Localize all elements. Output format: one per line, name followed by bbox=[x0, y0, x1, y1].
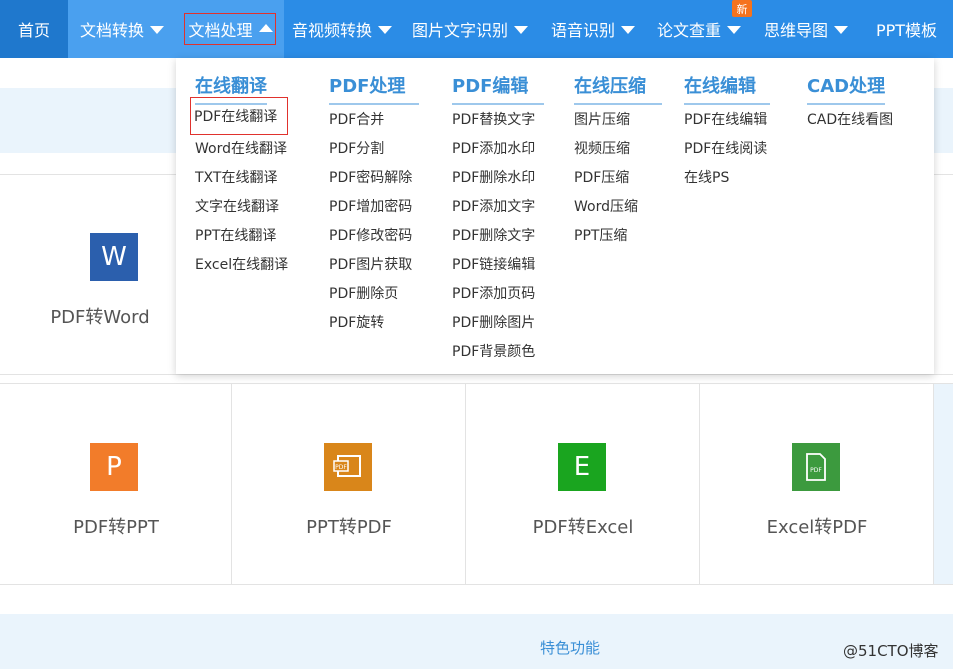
menu-item[interactable]: 文字在线翻译 bbox=[195, 196, 279, 216]
chevron-down-icon bbox=[378, 26, 392, 34]
menu-item[interactable]: PDF链接编辑 bbox=[452, 254, 535, 274]
menu-item[interactable]: PDF删除页 bbox=[329, 283, 398, 303]
chevron-down-icon bbox=[834, 26, 848, 34]
menu-item[interactable]: PDF增加密码 bbox=[329, 196, 412, 216]
menu-item[interactable]: PDF分割 bbox=[329, 138, 384, 158]
column-title: CAD处理 bbox=[807, 72, 886, 105]
chevron-down-icon bbox=[514, 26, 528, 34]
chevron-down-icon bbox=[621, 26, 635, 34]
menu-item[interactable]: 图片压缩 bbox=[574, 109, 630, 129]
features-band bbox=[0, 614, 953, 669]
menu-item[interactable]: PDF旋转 bbox=[329, 312, 384, 332]
menu-item[interactable]: PDF合并 bbox=[329, 109, 384, 129]
word-icon: W bbox=[90, 233, 138, 281]
menu-item[interactable]: PDF压缩 bbox=[574, 167, 629, 187]
menu-item[interactable]: PDF在线编辑 bbox=[684, 109, 767, 129]
tool-card-ppt-to-pdf[interactable]: PDF PPT转PDF bbox=[232, 384, 466, 584]
tool-card-pdf-to-ppt[interactable]: P PDF转PPT bbox=[0, 384, 232, 584]
column-title: 在线压缩 bbox=[574, 72, 662, 105]
new-badge: 新 bbox=[732, 0, 752, 17]
chevron-down-icon bbox=[727, 26, 741, 34]
menu-item[interactable]: PDF替换文字 bbox=[452, 109, 535, 129]
pdf-file-icon: PDF bbox=[806, 453, 826, 481]
next-card-edge bbox=[934, 384, 953, 584]
tool-card-pdf-to-excel[interactable]: E PDF转Excel bbox=[466, 384, 700, 584]
doc-process-dropdown: 在线翻译 PDF在线翻译 Word在线翻译 TXT在线翻译 文字在线翻译 PPT… bbox=[176, 58, 934, 374]
menu-item[interactable]: TXT在线翻译 bbox=[195, 167, 277, 187]
menu-item[interactable]: Excel在线翻译 bbox=[195, 254, 288, 274]
nav-doc-convert[interactable]: 文档转换 bbox=[68, 0, 176, 58]
menu-item[interactable]: PDF添加页码 bbox=[452, 283, 535, 303]
menu-item[interactable]: Word压缩 bbox=[574, 196, 638, 216]
menu-item[interactable]: PDF在线阅读 bbox=[684, 138, 767, 158]
menu-item[interactable]: PPT在线翻译 bbox=[195, 225, 276, 245]
pdf-document-icon: PDF bbox=[333, 455, 361, 477]
nav-av-convert[interactable]: 音视频转换 bbox=[284, 0, 400, 58]
menu-item[interactable]: PDF图片获取 bbox=[329, 254, 412, 274]
menu-item[interactable]: PDF删除文字 bbox=[452, 225, 535, 245]
nav-doc-process-highlight: 文档处理 bbox=[184, 13, 276, 45]
chevron-down-icon bbox=[150, 26, 164, 34]
menu-item[interactable]: CAD在线看图 bbox=[807, 109, 893, 129]
tool-card-excel-to-pdf[interactable]: PDF Excel转PDF bbox=[700, 384, 934, 584]
menu-item[interactable]: PDF在线翻译 bbox=[190, 97, 289, 135]
tool-label: PDF转PPT bbox=[73, 517, 159, 538]
column-title: 在线编辑 bbox=[684, 72, 770, 105]
menu-item[interactable]: 视频压缩 bbox=[574, 138, 630, 158]
excel-to-pdf-icon: PDF bbox=[792, 443, 840, 491]
nav-ppt-template[interactable]: PPT模板 bbox=[860, 0, 953, 58]
nav-home[interactable]: 首页 bbox=[0, 0, 68, 58]
nav-mindmap[interactable]: 思维导图 bbox=[752, 0, 860, 58]
menu-item[interactable]: PDF删除水印 bbox=[452, 167, 535, 187]
tool-row-2: P PDF转PPT PDF PPT转PDF E PDF转Excel PDF Ex… bbox=[0, 383, 953, 585]
watermark: @51CTO博客 bbox=[843, 642, 939, 660]
chevron-up-icon bbox=[258, 24, 273, 32]
column-title: PDF处理 bbox=[329, 72, 420, 105]
top-nav: 首页 文档转换 文档处理 音视频转换 图片文字识别 语音识别 论文查重 思维导图… bbox=[0, 0, 953, 58]
features-heading: 特色功能 bbox=[540, 639, 601, 657]
tool-label: PDF转Excel bbox=[532, 517, 634, 538]
nav-doc-process[interactable]: 文档处理 bbox=[176, 0, 284, 58]
menu-item[interactable]: PDF背景颜色 bbox=[452, 341, 535, 361]
column-title: PDF编辑 bbox=[452, 72, 545, 105]
svg-text:PDF: PDF bbox=[335, 464, 347, 471]
tool-label: PPT转PDF bbox=[306, 517, 392, 538]
nav-speech[interactable]: 语音识别 bbox=[540, 0, 646, 58]
ppt-to-pdf-icon: PDF bbox=[324, 443, 372, 491]
tool-label: Excel转PDF bbox=[766, 517, 868, 538]
nav-ocr[interactable]: 图片文字识别 bbox=[400, 0, 540, 58]
menu-item[interactable]: PDF密码解除 bbox=[329, 167, 412, 187]
ppt-icon: P bbox=[90, 443, 138, 491]
svg-text:PDF: PDF bbox=[810, 467, 822, 474]
menu-item[interactable]: PDF添加水印 bbox=[452, 138, 535, 158]
excel-icon: E bbox=[558, 443, 606, 491]
menu-item[interactable]: PPT压缩 bbox=[574, 225, 627, 245]
menu-item[interactable]: 在线PS bbox=[684, 167, 729, 187]
menu-item[interactable]: PDF添加文字 bbox=[452, 196, 535, 216]
menu-item[interactable]: Word在线翻译 bbox=[195, 138, 287, 158]
menu-item[interactable]: PDF删除图片 bbox=[452, 312, 535, 332]
menu-item[interactable]: PDF修改密码 bbox=[329, 225, 412, 245]
